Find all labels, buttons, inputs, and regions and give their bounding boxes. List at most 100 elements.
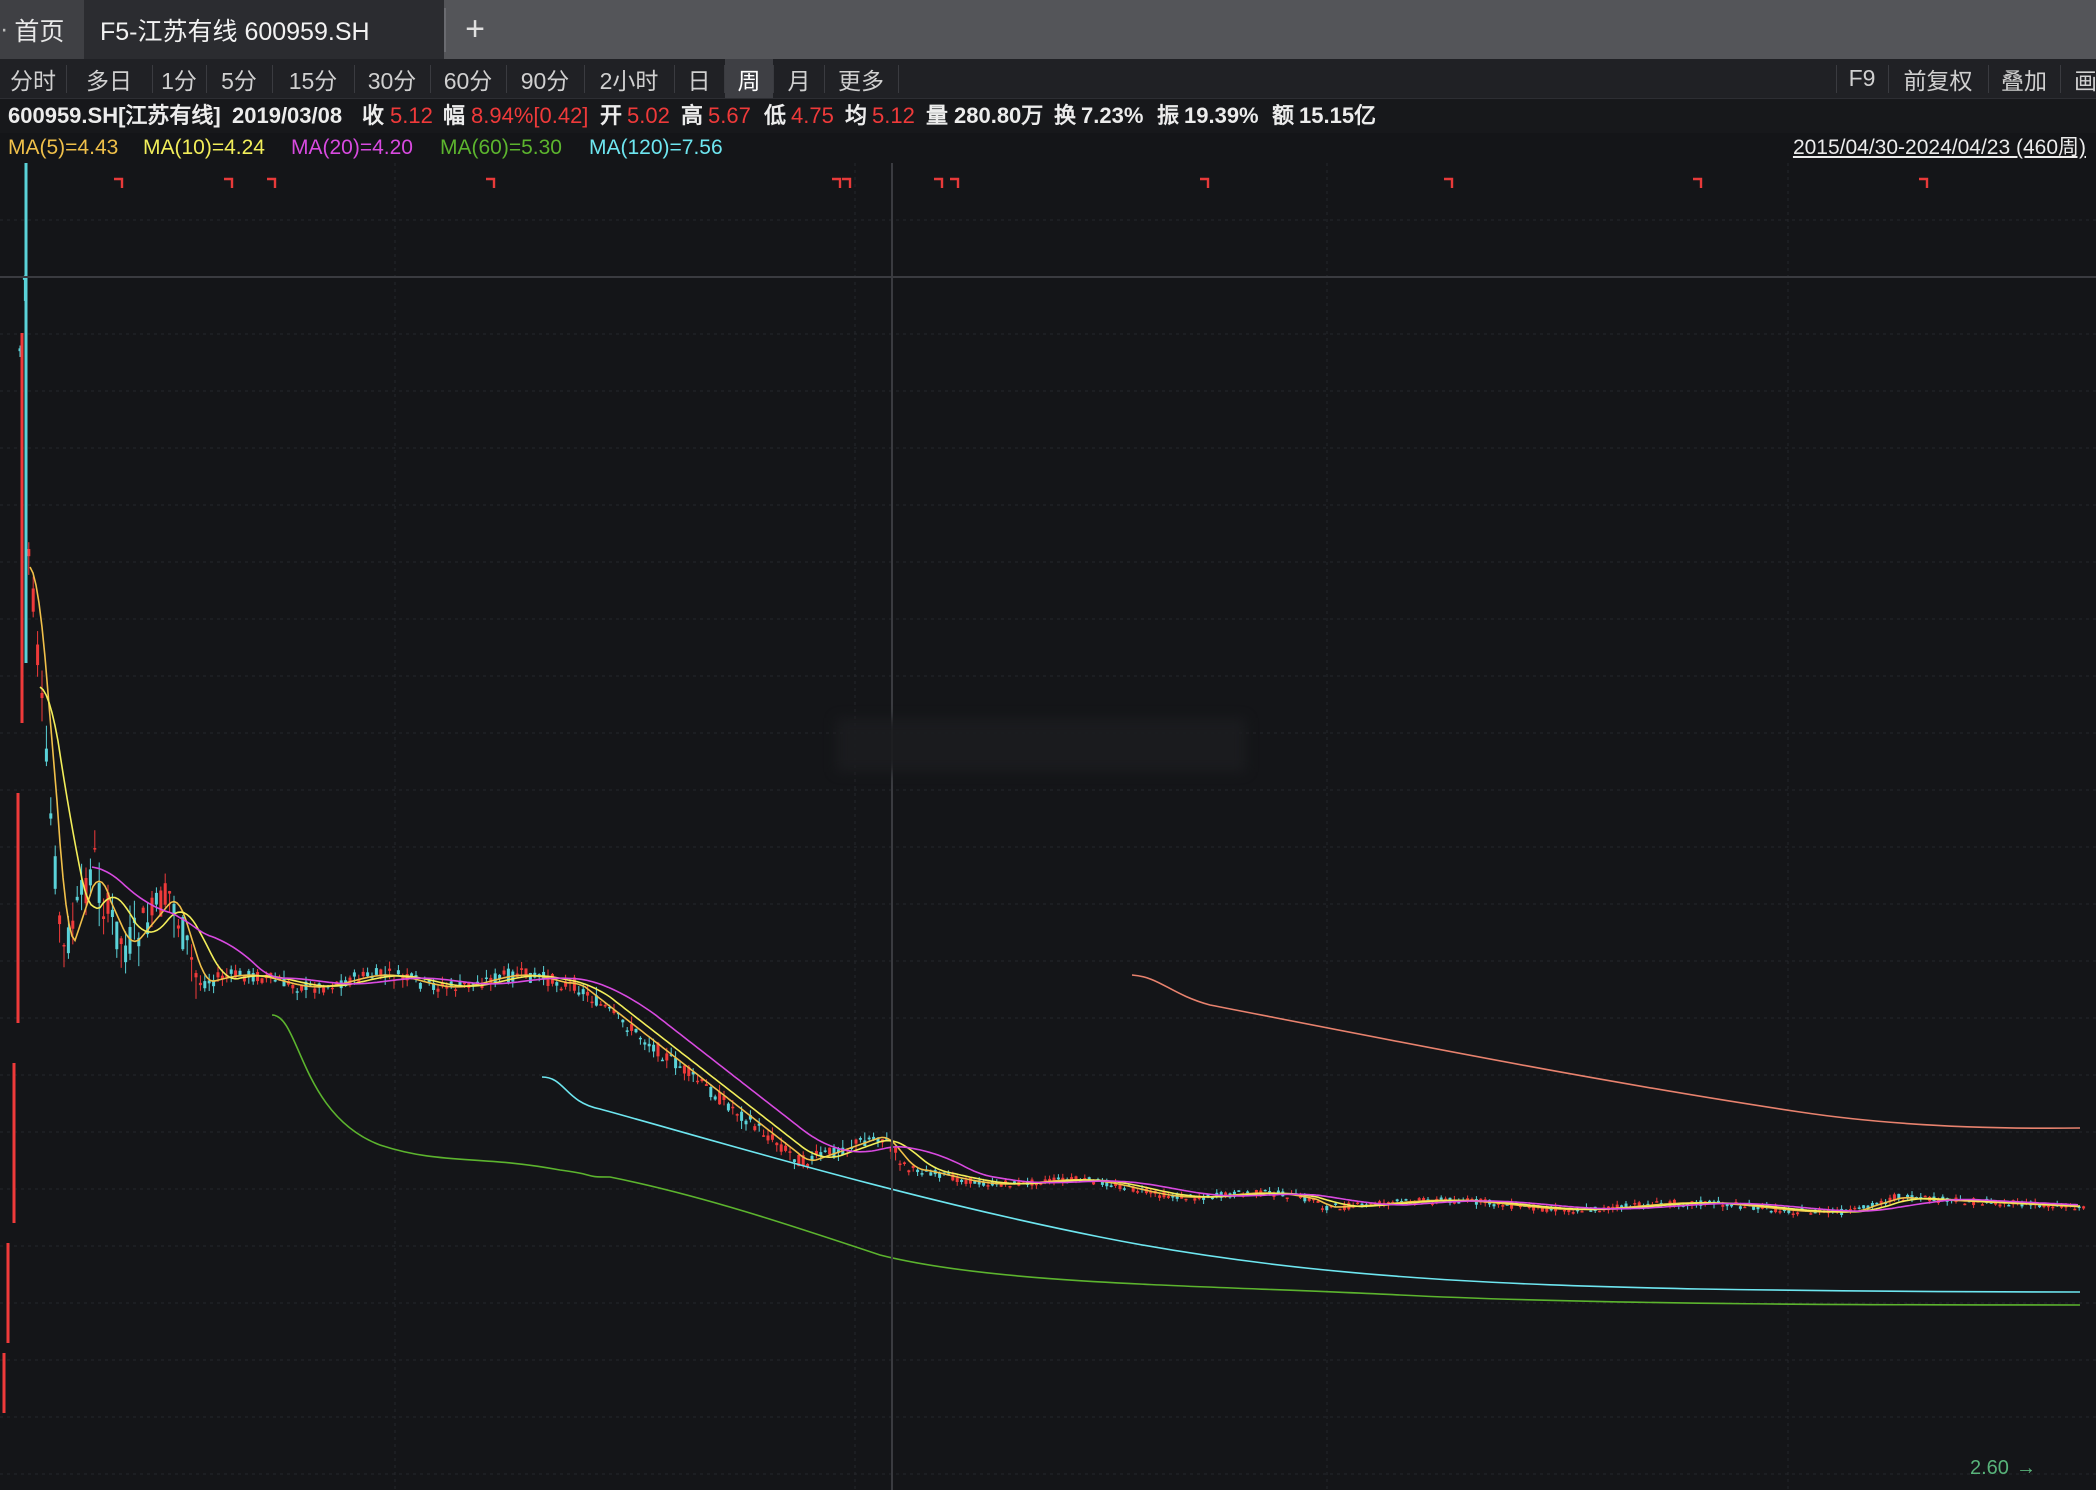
ma60-legend: MA(60)=5.30: [440, 136, 562, 159]
overlay-button[interactable]: 叠加: [1988, 59, 2060, 98]
candle-body: [88, 869, 92, 886]
candle-body: [559, 988, 563, 991]
candle-body: [1580, 1211, 1584, 1213]
candle-body: [766, 1135, 770, 1141]
candle-body: [955, 1177, 959, 1183]
amplitude-value: 19.39%: [1184, 103, 1259, 128]
candle-body: [704, 1084, 708, 1086]
candle-body: [1404, 1199, 1408, 1201]
f9-label: F9: [1848, 65, 1876, 91]
candle-body: [436, 988, 440, 992]
candle-body: [1184, 1198, 1188, 1201]
candle-body: [273, 980, 277, 982]
min-price-arrow-icon: →: [2016, 1457, 2036, 1479]
candle-body: [322, 987, 326, 993]
period-button-intraday[interactable]: 分时: [0, 59, 66, 98]
candle-body: [735, 1114, 739, 1116]
candle-body: [141, 907, 145, 913]
candle-body: [854, 1139, 858, 1144]
overlay-label: 叠加: [2001, 67, 2047, 94]
candle-body: [1087, 1177, 1091, 1180]
candle-body: [1237, 1190, 1241, 1192]
candle-body: [1571, 1212, 1575, 1214]
candle-body: [97, 883, 101, 903]
toolbar-divider: [898, 65, 899, 93]
period-label: 1分: [161, 67, 197, 94]
tab-separator: [444, 8, 446, 52]
period-button-week[interactable]: 周: [725, 59, 773, 98]
candle-body: [12, 1063, 16, 1223]
event-marker: [267, 177, 277, 188]
candle-body: [1589, 1210, 1593, 1212]
candle-body: [168, 891, 172, 894]
candle-body: [960, 1179, 964, 1182]
draw-button[interactable]: 画: [2060, 59, 2096, 98]
turnover-label: 换: [1054, 103, 1077, 128]
amplitude-label: 振: [1157, 103, 1180, 128]
candle-body: [1738, 1206, 1742, 1209]
candle-body: [1439, 1197, 1443, 1200]
avg-value: 5.12: [872, 103, 915, 128]
date-range-label[interactable]: 2015/04/30-2024/04/23 (460周): [1793, 133, 2086, 163]
candle-body: [718, 1091, 722, 1105]
event-marker: [1693, 177, 1703, 188]
candlestick-chart[interactable]: 2.60 →: [0, 163, 2096, 1490]
period-button-1min[interactable]: 1分: [152, 59, 206, 98]
adjust-forward-button[interactable]: 前复权: [1888, 59, 1988, 98]
period-label: 月: [787, 67, 811, 94]
turnover-value: 7.23%: [1081, 103, 1144, 128]
ma120-legend: MA(120)=7.56: [589, 136, 723, 159]
candle-body: [313, 988, 317, 993]
candle-body: [119, 938, 123, 945]
candle-body: [555, 982, 559, 986]
candle-body: [1246, 1191, 1250, 1193]
tab-home[interactable]: · 首页: [0, 0, 84, 59]
ma60-line: [271, 1014, 2081, 1306]
candle-body: [396, 970, 400, 975]
candle-body: [1492, 1204, 1496, 1207]
candle-body: [388, 968, 392, 971]
tab-active-stock[interactable]: F5-江苏有线 600959.SH: [84, 0, 444, 59]
candle-body: [1356, 1202, 1360, 1205]
candle-body: [902, 1162, 906, 1164]
period-button-day[interactable]: 日: [674, 59, 724, 98]
period-button-60min[interactable]: 60分: [430, 59, 506, 98]
draw-label: 画: [2074, 67, 2096, 94]
candle-body: [634, 1028, 638, 1033]
change-value: 8.94%[0.42]: [471, 103, 589, 128]
period-button-multiday[interactable]: 多日: [66, 59, 152, 98]
candle-body: [1615, 1204, 1619, 1208]
candle-body: [176, 925, 180, 929]
open-label: 开: [600, 103, 623, 128]
candle-body: [1892, 1194, 1896, 1200]
period-button-30min[interactable]: 30分: [354, 59, 430, 98]
candle-body: [1320, 1208, 1324, 1210]
period-button-5min[interactable]: 5分: [206, 59, 272, 98]
candle-body: [1325, 1206, 1329, 1211]
candle-body: [788, 1151, 792, 1153]
period-label: 周: [737, 67, 761, 94]
period-button-15min[interactable]: 15分: [272, 59, 354, 98]
candle-body: [31, 588, 35, 612]
candle-body: [44, 748, 48, 762]
candle-body: [625, 1030, 629, 1032]
event-marker: [1444, 177, 1454, 188]
event-marker: [1200, 177, 1210, 188]
moving-average-lines: [29, 566, 2081, 1306]
f9-button[interactable]: F9: [1836, 59, 1888, 98]
period-button-90min[interactable]: 90分: [506, 59, 584, 98]
candle-body: [1853, 1207, 1857, 1210]
event-marker: [832, 177, 842, 188]
add-tab-button[interactable]: +: [450, 0, 500, 59]
period-button-more[interactable]: 更多: [824, 59, 898, 98]
candle-body: [1334, 1203, 1338, 1205]
period-toolbar: 分时 多日 1分 5分 15分 30分 60分 90分 2小时 日 周 月 更多…: [0, 59, 2096, 99]
candle-body: [102, 916, 106, 919]
period-button-month[interactable]: 月: [774, 59, 824, 98]
period-button-2hour[interactable]: 2小时: [584, 59, 674, 98]
amount-label: 额: [1272, 103, 1295, 128]
ma120-line: [541, 1076, 2081, 1293]
candle-body: [1545, 1208, 1549, 1212]
ma20-legend: MA(20)=4.20: [291, 136, 413, 159]
ma20-line: [91, 866, 2079, 1213]
